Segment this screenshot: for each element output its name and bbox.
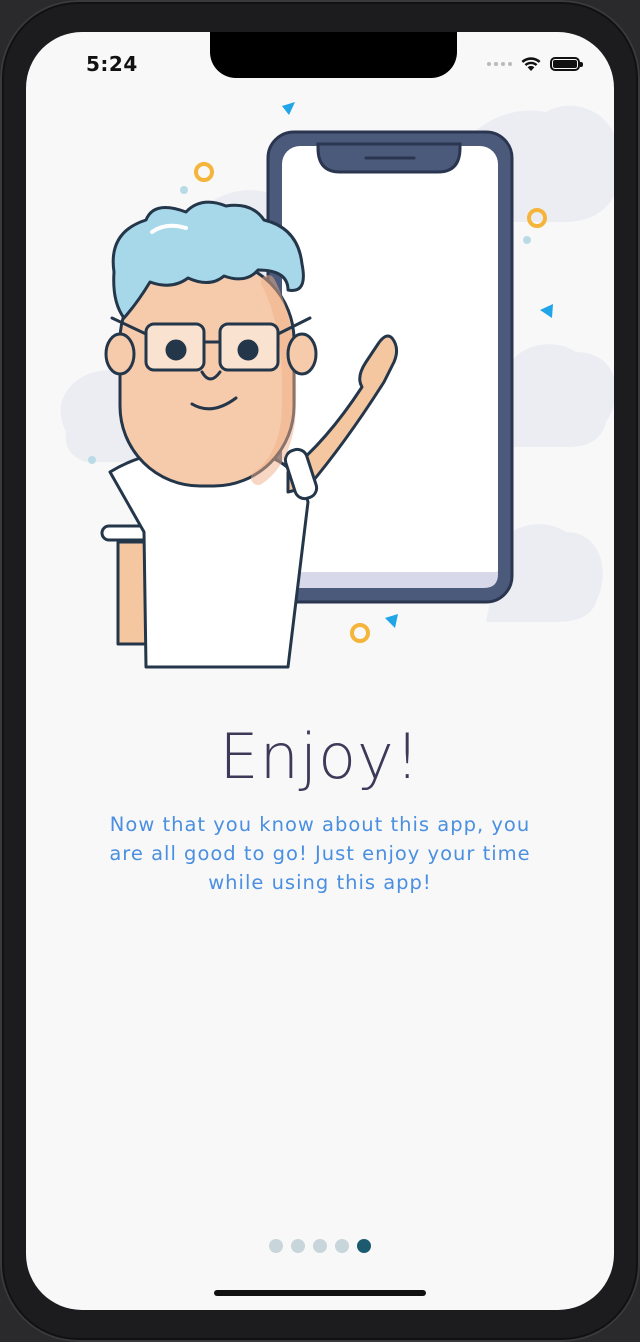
page-dot-5-active[interactable] (357, 1239, 371, 1253)
page-dot-1[interactable] (269, 1239, 283, 1253)
home-indicator[interactable] (214, 1290, 426, 1296)
page-dot-2[interactable] (291, 1239, 305, 1253)
page-indicator[interactable] (26, 1239, 614, 1253)
page-dot-3[interactable] (313, 1239, 327, 1253)
app-screen: 5:24 Enjoy! Now that you know about this… (26, 32, 614, 1310)
device-frame: 5:24 Enjoy! Now that you know about this… (0, 0, 640, 1342)
onboarding-title: Enjoy! (219, 720, 421, 793)
page-dot-4[interactable] (335, 1239, 349, 1253)
onboarding-description: Now that you know about this app, you ar… (109, 813, 531, 894)
onboarding-illustration (60, 102, 614, 669)
